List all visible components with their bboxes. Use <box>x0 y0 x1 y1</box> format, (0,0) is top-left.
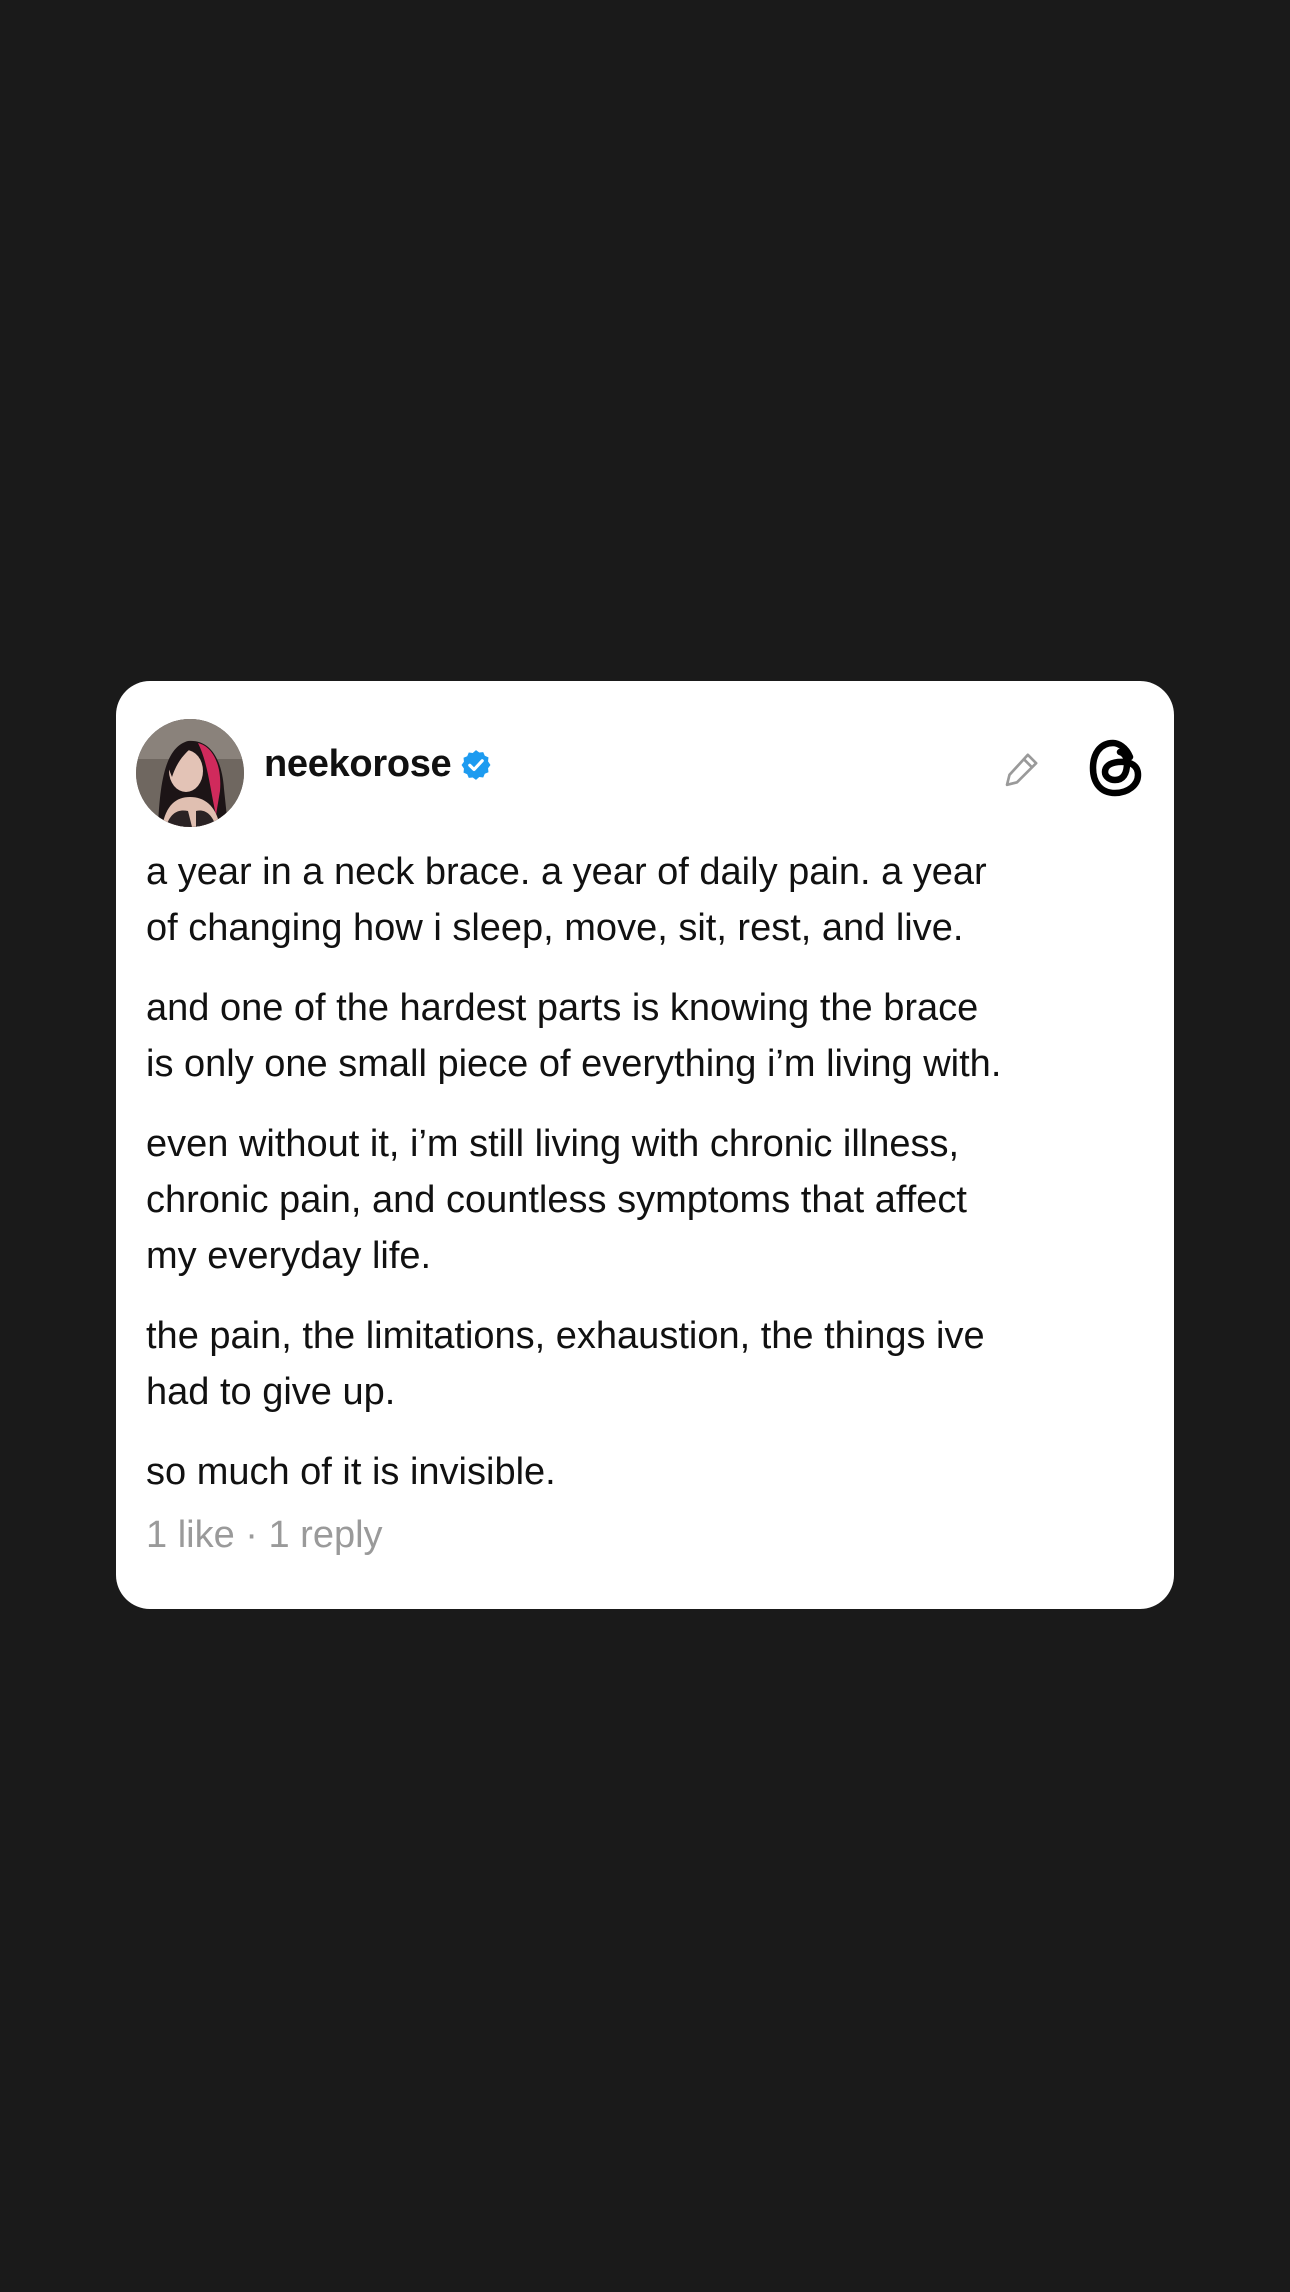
username-group: neekorose <box>264 743 493 786</box>
avatar[interactable] <box>136 719 244 827</box>
username[interactable]: neekorose <box>264 743 452 786</box>
post-paragraph: and one of the hardest parts is knowing … <box>146 987 1002 1085</box>
verified-badge-icon <box>459 748 493 782</box>
pencil-icon[interactable] <box>1002 749 1042 789</box>
post-header: neekorose <box>136 719 1146 829</box>
post-card: neekorose a year in a neck brace. a year… <box>116 681 1174 1609</box>
post-paragraph: a year in a neck brace. a year of daily … <box>146 851 987 949</box>
post-body: a year in a neck brace. a year of daily … <box>146 844 1156 1524</box>
post-paragraph: even without it, i’m still living with c… <box>146 1123 967 1277</box>
post-paragraph: the pain, the limitations, exhaustion, t… <box>146 1315 985 1413</box>
post-stats[interactable]: 1 like · 1 reply <box>146 1514 383 1557</box>
threads-logo-icon[interactable] <box>1086 737 1146 799</box>
post-paragraph: so much of it is invisible. <box>146 1451 556 1493</box>
